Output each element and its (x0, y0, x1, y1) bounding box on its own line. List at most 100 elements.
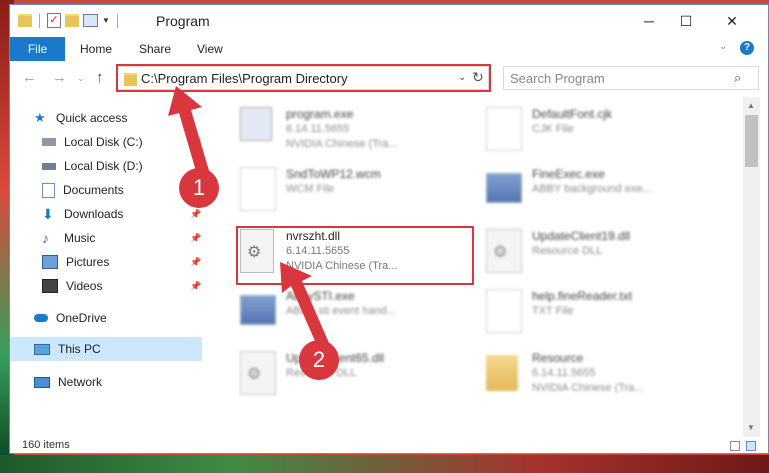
expand-ribbon-icon[interactable]: ⌄ (719, 41, 727, 52)
sidebar-item-label: Downloads (64, 207, 124, 221)
gear-icon: ⚙ (493, 244, 508, 261)
sidebar-item-videos[interactable]: Videos (42, 275, 102, 297)
toolbar-separator (39, 13, 40, 28)
file-item[interactable]: DefaultFont.cjk CJK File (482, 103, 722, 159)
document-icon (486, 107, 522, 151)
gear-icon: ⚙ (247, 366, 262, 383)
close-button[interactable]: ✕ (720, 11, 744, 31)
maximize-button[interactable]: ☐ (674, 11, 698, 31)
search-icon[interactable]: ⌕ (734, 70, 741, 86)
details-view-icon[interactable] (730, 441, 740, 451)
network-icon (34, 376, 50, 388)
drive-icon (42, 162, 56, 170)
large-icons-view-icon[interactable] (746, 441, 756, 451)
forward-icon[interactable]: → (52, 69, 67, 86)
exe-icon (240, 295, 276, 325)
file-description: NVIDIA Chinese (Tra... (532, 382, 644, 394)
drive-icon (42, 138, 56, 146)
minimize-button[interactable]: ─ (637, 11, 661, 31)
file-item[interactable]: AbbySTI.exe ABBY sti event hand... (236, 285, 476, 341)
folder-icon (124, 73, 137, 86)
vertical-scrollbar[interactable]: ▲ ▼ (743, 97, 760, 437)
new-folder-icon[interactable] (65, 14, 79, 27)
videos-icon (42, 279, 58, 293)
dll-icon: ⚙ (486, 229, 522, 273)
pin-icon[interactable]: 📌 (190, 233, 201, 244)
sidebar-item-documents[interactable]: Documents (42, 179, 124, 201)
item-count: 160 items (22, 439, 70, 451)
document-icon (486, 289, 522, 333)
view-properties-icon[interactable] (83, 14, 98, 27)
sidebar-item-pictures[interactable]: Pictures (42, 251, 109, 273)
music-icon: ♪ (42, 230, 49, 246)
file-version: 6.14.11.5655 (286, 123, 350, 135)
step-badge-2: 2 (299, 340, 339, 380)
file-name: Resource (532, 351, 584, 365)
file-name: AbbySTI.exe (286, 289, 355, 303)
recent-locations-icon[interactable]: ⌄ (77, 73, 85, 84)
explorer-window: ✓ ▼ Program ─ ☐ ✕ File Home Share View ⌄… (9, 4, 769, 454)
scroll-up-icon[interactable]: ▲ (747, 101, 755, 110)
file-item[interactable]: program.exe 6.14.11.5655 NVIDIA Chinese … (236, 103, 476, 159)
sidebar-item-label: Documents (63, 183, 124, 197)
file-name: SndToWP12.wcm (286, 167, 381, 181)
customize-toolbar-icon[interactable]: ▼ (102, 16, 110, 25)
sidebar-item-this-pc[interactable]: This PC (34, 338, 101, 360)
file-name: DefaultFont.cjk (532, 107, 613, 121)
sidebar-item-onedrive[interactable]: OneDrive (34, 307, 107, 329)
properties-check-icon[interactable]: ✓ (47, 13, 61, 28)
up-icon[interactable]: ↑ (96, 69, 104, 86)
file-name: UpdateClient19.dll (532, 229, 631, 243)
file-type: Resource DLL (532, 245, 603, 257)
file-description: NVIDIA Chinese (Tra... (286, 138, 398, 150)
sidebar-item-downloads[interactable]: ⬇ Downloads (42, 203, 123, 225)
file-item[interactable]: FineExec.exe ABBY background exe... (482, 163, 722, 219)
cloud-icon (34, 314, 48, 322)
help-icon[interactable]: ? (740, 41, 754, 55)
pin-icon[interactable]: 📌 (190, 281, 201, 292)
file-version: 6.14.11.5655 (532, 367, 596, 379)
refresh-icon[interactable]: ↻ (472, 69, 484, 86)
sidebar-item-local-disk-d[interactable]: Local Disk (D:) (42, 155, 143, 177)
sidebar-item-music[interactable]: ♪ Music (42, 227, 95, 249)
file-item[interactable]: SndToWP12.wcm WCM File (236, 163, 476, 219)
file-item[interactable]: ⚙ UpdateClient19.dll Resource DLL (482, 225, 722, 281)
file-type: CJK File (532, 123, 574, 135)
window-title: Program (156, 13, 210, 29)
pin-icon[interactable]: 📌 (190, 137, 201, 148)
document-icon (240, 167, 276, 211)
pictures-icon (42, 255, 58, 269)
documents-icon (42, 182, 55, 198)
sidebar-item-network[interactable]: Network (34, 371, 102, 393)
address-dropdown-icon[interactable]: ⌄ (458, 72, 466, 83)
sidebar-item-quick-access[interactable]: ★ Quick access (34, 107, 127, 129)
folder-icon[interactable] (18, 14, 32, 27)
search-placeholder: Search Program (510, 71, 605, 86)
file-type: TXT File (532, 305, 574, 317)
file-item[interactable]: ⚙ UpdateClient65.dll Resource DLL (236, 347, 476, 403)
tab-view[interactable]: View (197, 37, 223, 61)
address-path[interactable]: C:\Program Files\Program Directory (141, 71, 348, 86)
quick-access-toolbar: ✓ ▼ (18, 13, 121, 28)
sidebar-item-label: Quick access (56, 111, 128, 125)
file-description: ABBY sti event hand... (286, 305, 396, 317)
sidebar-item-local-disk-c[interactable]: Local Disk (C:) (42, 131, 143, 153)
star-icon: ★ (34, 110, 46, 125)
toolbar-separator (116, 13, 118, 28)
tab-share[interactable]: Share (139, 37, 171, 61)
file-name: FineExec.exe (532, 167, 605, 181)
scrollbar-thumb[interactable] (745, 115, 758, 167)
back-icon[interactable]: ← (22, 69, 37, 86)
address-row: ← → ⌄ ↑ C:\Program Files\Program Directo… (10, 63, 768, 95)
file-name: help.fineReader.txt (532, 289, 633, 303)
sidebar-item-label: Local Disk (D:) (64, 159, 143, 173)
pin-icon[interactable]: 📌 (190, 209, 201, 220)
downloads-icon: ⬇ (42, 206, 54, 222)
exe-icon (240, 107, 272, 141)
file-item[interactable]: Resource 6.14.11.5655 NVIDIA Chinese (Tr… (482, 347, 722, 403)
pin-icon[interactable]: 📌 (190, 257, 201, 268)
tab-file[interactable]: File (10, 37, 65, 61)
tab-home[interactable]: Home (80, 37, 112, 61)
file-item[interactable]: help.fineReader.txt TXT File (482, 285, 722, 341)
scroll-down-icon[interactable]: ▼ (747, 423, 755, 432)
